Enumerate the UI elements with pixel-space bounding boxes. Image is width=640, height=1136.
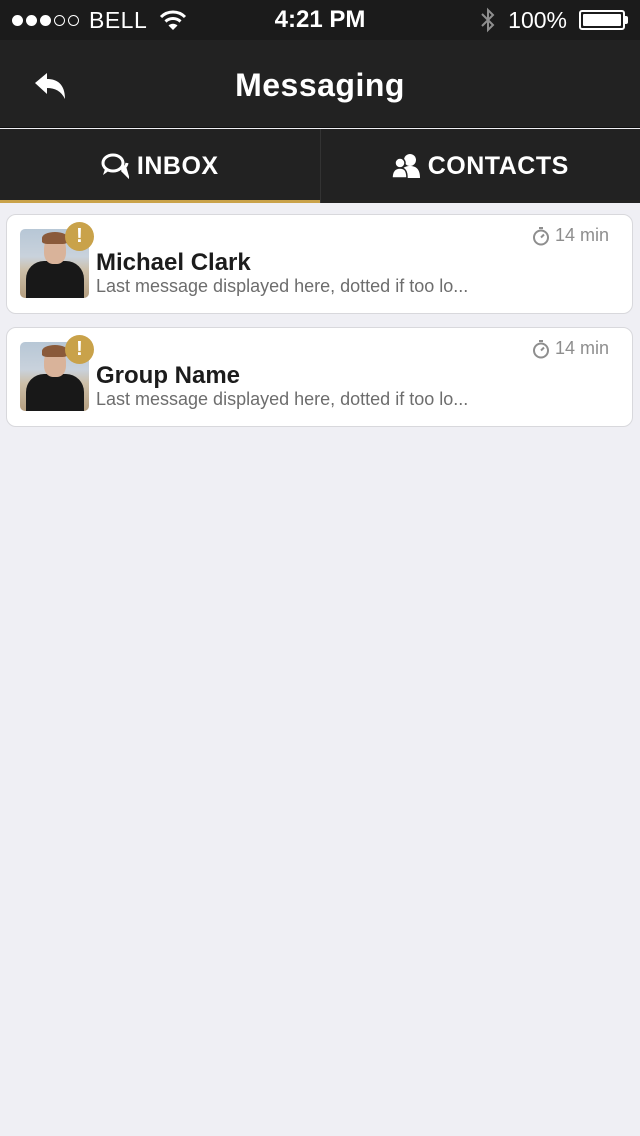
tab-contacts-label: CONTACTS: [427, 151, 569, 180]
tab-inbox-label: INBOX: [136, 151, 219, 180]
tab-bar: INBOX CONTACTS: [0, 129, 640, 203]
message-preview: Last message displayed here, dotted if t…: [96, 389, 469, 409]
status-bar: BELL 4:21 PM 100%: [0, 0, 640, 40]
people-icon: [391, 154, 420, 179]
alert-badge: !: [65, 335, 94, 364]
conversation-list: ! 14 min Michael Clark Last message disp…: [6, 214, 633, 440]
list-item[interactable]: ! 14 min Group Name Last message display…: [6, 327, 633, 427]
timestamp: 14 min: [532, 225, 609, 246]
tab-contacts[interactable]: CONTACTS: [319, 129, 640, 203]
battery-percent: 100%: [508, 6, 567, 33]
alert-badge: !: [65, 222, 94, 251]
conversation-name: Group Name: [96, 362, 241, 389]
timestamp: 14 min: [532, 338, 609, 359]
battery-icon: [579, 10, 628, 30]
stopwatch-icon: [532, 339, 549, 358]
timestamp-label: 14 min: [554, 338, 609, 358]
status-right: 100%: [480, 6, 628, 34]
bluetooth-icon: [481, 7, 495, 33]
tab-inbox[interactable]: INBOX: [0, 129, 320, 203]
message-preview: Last message displayed here, dotted if t…: [96, 276, 469, 296]
timestamp-label: 14 min: [554, 225, 609, 245]
list-item[interactable]: ! 14 min Michael Clark Last message disp…: [6, 214, 633, 314]
chat-bubbles-icon: [101, 153, 129, 179]
conversation-name: Michael Clark: [96, 249, 251, 276]
nav-bar: Messaging: [0, 40, 640, 128]
stopwatch-icon: [532, 226, 549, 245]
page-title: Messaging: [235, 67, 405, 103]
